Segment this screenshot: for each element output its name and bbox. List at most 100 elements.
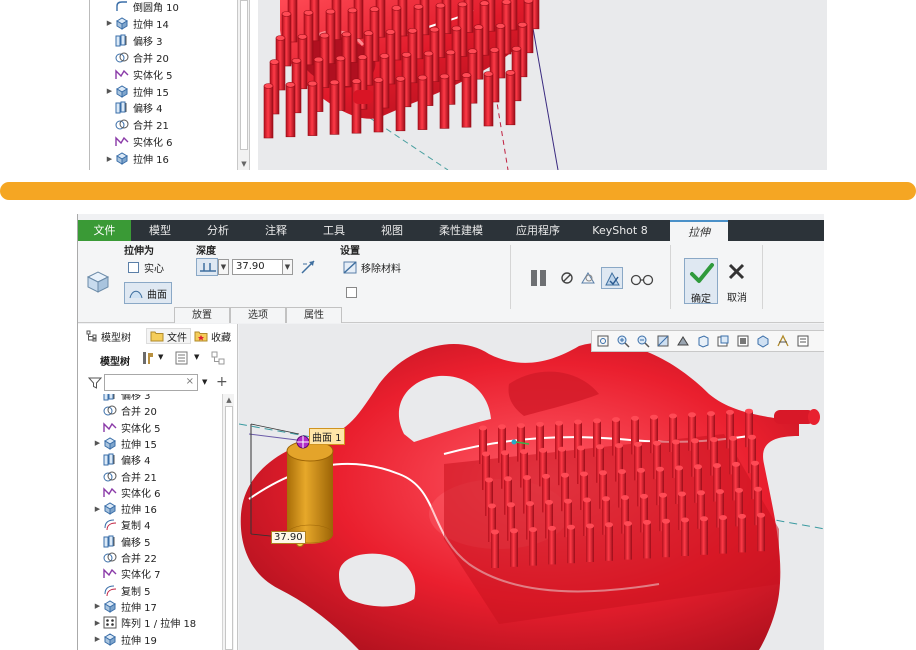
depth-blind-button[interactable] xyxy=(196,258,218,276)
tab-options[interactable]: 选项 xyxy=(230,307,286,323)
no-preview-icon[interactable] xyxy=(560,271,574,285)
expand-arrow-icon[interactable]: ▶ xyxy=(104,87,115,95)
tab-annotate[interactable]: 注释 xyxy=(252,220,300,241)
tree-filter-input[interactable]: × xyxy=(104,374,198,391)
expand-arrow-icon[interactable]: ▶ xyxy=(104,155,115,163)
scrollbar-thumb[interactable] xyxy=(240,0,248,150)
top-tree-item[interactable]: 合并 20 xyxy=(104,49,169,66)
clear-filter-icon[interactable]: × xyxy=(186,376,194,387)
remove-material-button[interactable]: 移除材料 xyxy=(343,260,401,275)
model-tree-item[interactable]: ▶ 拉伸 17 xyxy=(92,598,157,615)
top-tree-item[interactable]: 实体化 6 xyxy=(104,133,173,150)
model-tree-item[interactable]: 复制 4 xyxy=(92,516,151,533)
surface-button[interactable]: 曲面 xyxy=(124,282,172,304)
tab-file-browser[interactable]: 文件 xyxy=(146,328,191,344)
scroll-down-icon[interactable]: ▼ xyxy=(240,160,248,168)
depth-type-dropdown[interactable]: ▼ xyxy=(218,259,229,275)
tab-properties[interactable]: 属性 xyxy=(286,307,342,323)
repaint-icon[interactable] xyxy=(654,332,672,350)
merge-feature-icon xyxy=(115,51,129,64)
display-style-icon[interactable] xyxy=(714,332,732,350)
top-tree-item[interactable]: ▶ 拉伸 16 xyxy=(104,150,169,167)
separate-preview-icon[interactable] xyxy=(580,269,598,287)
filter-dropdown-icon[interactable]: ▼ xyxy=(202,378,207,386)
tab-analysis[interactable]: 分析 xyxy=(194,220,242,241)
model-tree-item[interactable]: 实体化 5 xyxy=(92,419,161,436)
model-tree-item[interactable]: 偏移 4 xyxy=(92,451,151,468)
tree-item-label: 拉伸 19 xyxy=(121,635,157,647)
verify-preview-icon[interactable] xyxy=(601,267,623,289)
tab-extrude[interactable]: 拉伸 xyxy=(670,220,728,241)
tab-flexible-modeling[interactable]: 柔性建模 xyxy=(428,220,494,241)
expand-arrow-icon[interactable]: ▶ xyxy=(92,439,103,447)
expand-arrow-icon[interactable]: ▶ xyxy=(92,635,103,643)
model-tree-item[interactable]: ▶ 拉伸 15 xyxy=(92,435,157,452)
confirm-button[interactable]: 确定 xyxy=(684,258,718,305)
top-tree-item[interactable]: 偏移 3 xyxy=(104,32,163,49)
tab-favorites[interactable]: 收藏 xyxy=(194,328,231,344)
tab-keyshot[interactable]: KeyShot 8 xyxy=(586,220,654,241)
tab-file[interactable]: 文件 xyxy=(78,220,131,241)
tab-placement[interactable]: 放置 xyxy=(174,307,230,323)
show-menu-icon[interactable] xyxy=(174,350,190,366)
depth-dimension-label[interactable]: 37.90 xyxy=(271,531,306,544)
cancel-button[interactable]: 取消 xyxy=(720,258,754,304)
refit-icon[interactable] xyxy=(594,332,612,350)
view-manager-icon[interactable] xyxy=(734,332,752,350)
show-dropdown-icon[interactable]: ▼ xyxy=(194,353,199,361)
model-tree-item[interactable]: 实体化 7 xyxy=(92,565,161,582)
perspective-icon[interactable] xyxy=(754,332,772,350)
top-graphics-viewport[interactable] xyxy=(258,0,827,170)
zoom-out-icon[interactable] xyxy=(634,332,652,350)
top-tree-item[interactable]: 偏移 4 xyxy=(104,99,163,116)
filter-icon[interactable] xyxy=(87,376,103,390)
model-tree-item[interactable]: 合并 22 xyxy=(92,549,157,566)
model-tree-scrollbar[interactable]: ▲ xyxy=(222,394,234,650)
flip-direction-icon[interactable] xyxy=(300,259,316,275)
surface-name-label[interactable]: 曲面 1 xyxy=(309,428,345,445)
top-tree-item[interactable]: 倒圆角 10 xyxy=(104,0,179,15)
tab-applications[interactable]: 应用程序 xyxy=(506,220,570,241)
model-tree-item[interactable]: 复制 5 xyxy=(92,582,151,599)
solidify-feature-icon xyxy=(103,567,117,580)
expand-arrow-icon[interactable]: ▶ xyxy=(92,505,103,513)
tree-filter-tool-icon[interactable] xyxy=(210,350,226,366)
model-tree-item[interactable]: 合并 21 xyxy=(92,468,157,485)
model-tree-item[interactable]: ▶ 拉伸 19 xyxy=(92,631,157,648)
top-tree-scrollbar[interactable]: ▼ xyxy=(238,0,250,170)
zoom-in-icon[interactable] xyxy=(614,332,632,350)
solid-button[interactable]: 实心 xyxy=(128,260,164,275)
tab-view[interactable]: 视图 xyxy=(368,220,416,241)
datum-display-icon[interactable] xyxy=(774,332,792,350)
expand-arrow-icon[interactable]: ▶ xyxy=(92,619,103,627)
saved-views-icon[interactable] xyxy=(694,332,712,350)
tree-settings-icon[interactable] xyxy=(140,350,156,366)
tree-settings-dropdown-icon[interactable]: ▼ xyxy=(158,353,163,361)
pause-icon[interactable] xyxy=(528,269,550,287)
top-tree-item[interactable]: ▶ 拉伸 14 xyxy=(104,15,169,32)
annotation-display-icon[interactable] xyxy=(794,332,812,350)
reorient-icon[interactable] xyxy=(674,332,692,350)
model-pin-cap xyxy=(586,523,594,529)
top-tree-item[interactable]: 合并 21 xyxy=(104,116,169,133)
top-tree-item[interactable]: 实体化 5 xyxy=(104,66,173,83)
model-tree-item[interactable]: 合并 20 xyxy=(92,402,157,419)
model-pin-cap xyxy=(596,444,604,450)
scroll-up-icon[interactable]: ▲ xyxy=(225,396,233,404)
model-tree-item[interactable]: 偏移 5 xyxy=(92,533,151,550)
tab-model[interactable]: 模型 xyxy=(136,220,184,241)
add-filter-icon[interactable]: + xyxy=(216,374,228,390)
glasses-icon[interactable] xyxy=(630,272,654,286)
tab-model-tree[interactable]: 模型树 xyxy=(86,328,131,344)
expand-arrow-icon[interactable]: ▶ xyxy=(92,602,103,610)
top-tree-item[interactable]: ▶ 拉伸 15 xyxy=(104,83,169,100)
model-tree-item[interactable]: 实体化 6 xyxy=(92,484,161,501)
expand-arrow-icon[interactable]: ▶ xyxy=(104,19,115,27)
model-tree-item[interactable]: ▶ 阵列 1 / 拉伸 18 xyxy=(92,614,196,631)
thicken-checkbox[interactable] xyxy=(346,287,357,298)
depth-value-dropdown[interactable]: ▼ xyxy=(282,259,293,275)
scrollbar-thumb[interactable] xyxy=(225,406,233,650)
tab-tools[interactable]: 工具 xyxy=(310,220,358,241)
graphics-viewport[interactable]: 曲面 1 37.90 xyxy=(239,324,824,650)
model-tree-item[interactable]: ▶ 拉伸 16 xyxy=(92,500,157,517)
